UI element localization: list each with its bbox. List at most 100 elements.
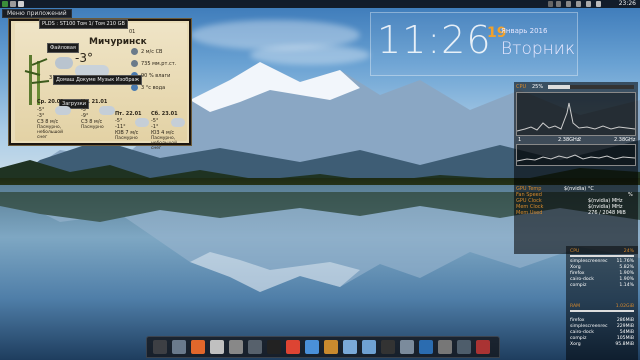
bamboo-decoration bbox=[24, 55, 50, 105]
forecast-day-name: Ср. 20.01 bbox=[37, 99, 64, 105]
process-row: cairo-dock 1.90% bbox=[570, 277, 634, 282]
process-name: compiz bbox=[570, 336, 587, 341]
clock-widget: 11:26 19 Январь 2016 Вторник bbox=[370, 12, 578, 76]
volume-icon[interactable] bbox=[556, 1, 561, 7]
cpu-percent: 25% bbox=[532, 84, 544, 90]
clock-time: 11:26 bbox=[377, 18, 492, 62]
keyboard-icon[interactable] bbox=[596, 1, 601, 7]
chat-icon[interactable] bbox=[305, 340, 319, 354]
gpu-stat-value: 276 / 2048 MiB bbox=[588, 210, 626, 216]
process-row: cairo-dock 54MiB bbox=[570, 330, 634, 335]
ram-header: RAM bbox=[570, 304, 581, 309]
terminal-icon[interactable] bbox=[267, 340, 281, 354]
forecast-day-name: Сб. 23.01 bbox=[151, 111, 178, 117]
process-name: simplescreenrec bbox=[570, 259, 608, 264]
media-icon[interactable] bbox=[210, 340, 224, 354]
folder-icon[interactable] bbox=[324, 340, 338, 354]
process-name: Xorg bbox=[570, 342, 581, 347]
water-icon bbox=[131, 84, 138, 91]
process-row: firefox 286MiB bbox=[570, 318, 634, 323]
applications-menu-button[interactable]: Меню приложений bbox=[2, 9, 72, 18]
photo-icon[interactable] bbox=[400, 340, 414, 354]
folders-tooltip: Домаш Докуме Музык Изображ bbox=[53, 75, 143, 85]
power-icon[interactable] bbox=[476, 340, 490, 354]
cloud-icon bbox=[135, 118, 149, 127]
cloud-icon bbox=[99, 106, 115, 115]
weather-widget: PLDS : ST100 Том 1/ Том 210 GB 01 Мичури… bbox=[8, 18, 192, 151]
process-row: compiz 1.14% bbox=[570, 283, 634, 288]
tray-icon[interactable] bbox=[586, 1, 591, 7]
humidity-value: 90 % влаги bbox=[141, 73, 171, 79]
cpu-total-bar bbox=[570, 255, 634, 257]
process-value: 1.90% bbox=[619, 277, 634, 282]
app-icon[interactable] bbox=[2, 1, 8, 7]
cpu-header: CPU bbox=[570, 249, 580, 254]
cpu-core2-graph bbox=[516, 144, 636, 166]
forecast-day-name: Пт. 22.01 bbox=[115, 111, 142, 117]
process-name: compiz bbox=[570, 283, 587, 288]
process-row: firefox 1.90% bbox=[570, 271, 634, 276]
current-temperature: -3° bbox=[75, 51, 93, 65]
forecast-note: Пасмурно, небольшой снег bbox=[37, 125, 63, 140]
folder-home-icon[interactable] bbox=[343, 340, 357, 354]
forecast-note: Пасмурно bbox=[115, 136, 138, 141]
cpu-label: CPU bbox=[516, 84, 527, 90]
process-row: Xorg 5.82% bbox=[570, 265, 634, 270]
process-value: 5.82% bbox=[619, 265, 634, 270]
firefox-icon[interactable] bbox=[191, 340, 205, 354]
gpu-stats: GPU Temp $(nvidia) °C Fan Speed % GPU Cl… bbox=[516, 186, 636, 216]
process-value: 105MiB bbox=[616, 336, 634, 341]
process-row: compiz 105MiB bbox=[570, 336, 634, 341]
process-value: 11.76% bbox=[616, 259, 634, 264]
process-value: 286MiB bbox=[616, 318, 634, 323]
forecast-day: Сб. 23.01 -5° -1° Ю3 4 м/с Пасмурно, неб… bbox=[151, 111, 189, 157]
tray-icon[interactable] bbox=[576, 1, 581, 7]
core2-label: 2 bbox=[578, 137, 582, 143]
window-icon[interactable] bbox=[18, 1, 24, 7]
system-monitor-widget: CPU 25% 1 2.38GHz 2 2.38GHz GPU Temp $(n… bbox=[514, 82, 638, 254]
battery-icon[interactable] bbox=[566, 1, 571, 7]
browser-icon[interactable] bbox=[172, 340, 186, 354]
ram-total: 1.02GiB bbox=[615, 304, 634, 309]
top-panel: 23:26 bbox=[0, 0, 640, 8]
core1-label: 1 bbox=[518, 137, 522, 143]
core2-frequency: 2.38GHz bbox=[614, 137, 636, 143]
files-icon[interactable] bbox=[153, 340, 167, 354]
torrent-icon[interactable] bbox=[229, 340, 243, 354]
city-name: Мичуринск bbox=[89, 37, 147, 47]
cloud-icon bbox=[55, 57, 73, 69]
water-temp-value: 3 °с вода bbox=[141, 85, 166, 91]
process-name: Xorg bbox=[570, 265, 581, 270]
dock bbox=[146, 336, 500, 358]
small-value: 3 bbox=[49, 75, 53, 81]
panel-clock[interactable]: 23:26 bbox=[619, 0, 636, 8]
gpu-stat-row: Mem Used 276 / 2048 MiB bbox=[516, 210, 636, 216]
palette-icon[interactable] bbox=[286, 340, 300, 354]
process-name: cairo-dock bbox=[570, 330, 594, 335]
folder-icon[interactable] bbox=[10, 1, 16, 7]
ram-header-row: RAM 1.02GiB bbox=[570, 304, 634, 309]
network-icon[interactable] bbox=[548, 1, 553, 7]
video-icon[interactable] bbox=[381, 340, 395, 354]
cloud-icon bbox=[171, 118, 185, 127]
process-row: Xorg 95.8MiB bbox=[570, 342, 634, 347]
process-row: simplescreenrec 11.76% bbox=[570, 259, 634, 264]
image-viewer-icon[interactable] bbox=[362, 340, 376, 354]
process-value: 229MiB bbox=[616, 324, 634, 329]
process-value: 1.14% bbox=[619, 283, 634, 288]
process-row: simplescreenrec 229MiB bbox=[570, 324, 634, 329]
process-name: simplescreenrec bbox=[570, 324, 608, 329]
monitor-icon[interactable] bbox=[419, 340, 433, 354]
gpu-stat-label: Mem Used bbox=[516, 210, 543, 216]
app-icon[interactable] bbox=[457, 340, 471, 354]
forecast-day: Ср. 20.01 -5° -3° СЗ 8 м/с Пасмурно, неб… bbox=[37, 99, 77, 145]
settings-icon[interactable] bbox=[248, 340, 262, 354]
process-list-widget: CPU 24% simplescreenrec 11.76% Xorg 5.82% … bbox=[566, 246, 638, 360]
cpu-core1-graph bbox=[516, 92, 636, 136]
process-name: firefox bbox=[570, 271, 585, 276]
process-name: firefox bbox=[570, 318, 585, 323]
forecast-note: Пасмурно, небольшой снег bbox=[151, 136, 177, 151]
trash-icon[interactable] bbox=[438, 340, 452, 354]
cpu-header-row: CPU 24% bbox=[570, 249, 634, 254]
pressure-value: 735 мм.рт.ст. bbox=[141, 61, 177, 67]
